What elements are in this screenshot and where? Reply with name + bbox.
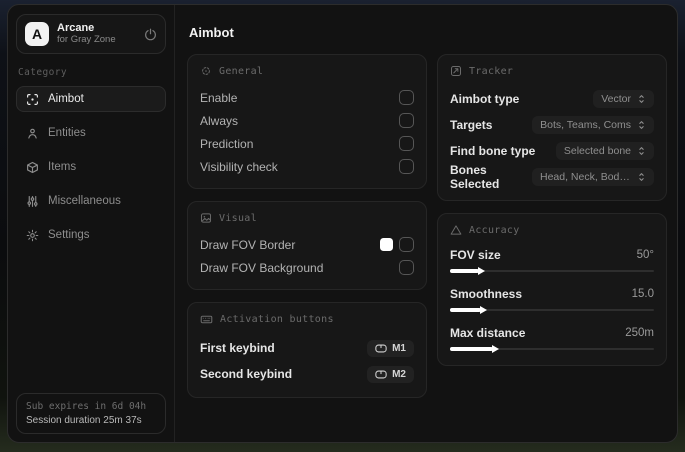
mouse-icon: [375, 344, 387, 353]
crosshair-icon: [200, 65, 212, 77]
keybind-value: M1: [392, 342, 406, 354]
crosshair-icon: [25, 93, 39, 106]
updown-arrows-icon: [637, 172, 646, 182]
sidebar-item-items[interactable]: Items: [16, 154, 166, 180]
sidebar-item-label: Miscellaneous: [48, 195, 121, 207]
find-bone-type-select[interactable]: Selected bone: [555, 142, 654, 160]
section-title: General: [219, 65, 264, 77]
keyboard-icon: [200, 313, 213, 326]
select-row: Aimbot type Vector: [450, 86, 654, 112]
app-logo: A: [25, 22, 49, 46]
smoothness-slider[interactable]: [450, 304, 654, 316]
mouse-icon: [375, 370, 387, 379]
sidebar-item-label: Entities: [48, 127, 86, 139]
main-content: Aimbot General Enable Always Prediction …: [175, 5, 677, 442]
section-title: Accuracy: [469, 224, 520, 236]
items-icon: [25, 161, 39, 174]
sidebar-item-aimbot[interactable]: Aimbot: [16, 86, 166, 112]
fov-size-slider-group: FOV size 50°: [450, 245, 654, 277]
slider-thumb[interactable]: [491, 344, 499, 353]
app-window: A Arcane for Gray Zone Category Aimbot E…: [7, 4, 678, 443]
brand-card: A Arcane for Gray Zone: [16, 14, 166, 54]
sliders-icon: [25, 195, 39, 208]
aimbot-type-select[interactable]: Vector: [593, 90, 654, 108]
setting-row: Draw FOV Background: [200, 256, 414, 279]
tracker-section: Tracker Aimbot type Vector Targets Bots,…: [437, 54, 667, 201]
app-subtitle: for Gray Zone: [57, 33, 116, 45]
section-title: Tracker: [469, 65, 514, 77]
setting-row: Enable: [200, 86, 414, 109]
keybind-row: Second keybind M2: [200, 361, 414, 387]
app-name: Arcane: [57, 22, 95, 35]
setting-row: Always: [200, 109, 414, 132]
session-duration-text: Session duration 25m 37s: [26, 415, 142, 426]
gear-icon: [25, 229, 39, 242]
subscription-card: Sub expires in 6d 04h Session duration 2…: [16, 393, 166, 434]
max-distance-slider[interactable]: [450, 343, 654, 355]
prediction-checkbox[interactable]: [399, 136, 414, 151]
visual-section: Visual Draw FOV Border Draw FOV Backgrou…: [187, 201, 427, 290]
fov-size-slider[interactable]: [450, 265, 654, 277]
select-row: Bones Selected Head, Neck, Body, Pe..: [450, 163, 654, 191]
select-row: Find bone type Selected bone: [450, 138, 654, 164]
enable-checkbox[interactable]: [399, 90, 414, 105]
updown-arrows-icon: [637, 146, 646, 156]
triangle-icon: [450, 224, 462, 236]
slider-thumb[interactable]: [479, 305, 487, 314]
sub-expires-text: Sub expires in 6d 04h: [26, 401, 147, 412]
first-keybind-button[interactable]: M1: [367, 339, 414, 357]
sidebar-item-entities[interactable]: Entities: [16, 120, 166, 146]
second-keybind-button[interactable]: M2: [367, 365, 414, 383]
always-checkbox[interactable]: [399, 113, 414, 128]
activation-buttons-section: Activation buttons First keybind M1 Seco…: [187, 302, 427, 398]
keybind-row: First keybind M1: [200, 335, 414, 361]
section-title: Visual: [219, 212, 257, 224]
setting-row: Visibility check: [200, 155, 414, 178]
sidebar-item-settings[interactable]: Settings: [16, 222, 166, 248]
bones-selected-select[interactable]: Head, Neck, Body, Pe..: [532, 168, 654, 186]
max-distance-slider-group: Max distance 250m: [450, 323, 654, 355]
draw-fov-background-checkbox[interactable]: [399, 260, 414, 275]
page-title: Aimbot: [189, 25, 234, 40]
accuracy-section: Accuracy FOV size 50° Smoothness 15.0 Ma…: [437, 213, 667, 366]
select-row: Targets Bots, Teams, Coms: [450, 112, 654, 138]
fov-border-color-swatch[interactable]: [380, 238, 393, 251]
fov-size-value: 50°: [636, 249, 654, 261]
general-section: General Enable Always Prediction Visibil…: [187, 54, 427, 189]
sidebar-item-label: Settings: [48, 229, 90, 241]
visibility-check-checkbox[interactable]: [399, 159, 414, 174]
updown-arrows-icon: [637, 94, 646, 104]
image-icon: [200, 212, 212, 224]
entities-icon: [25, 127, 39, 140]
setting-row: Draw FOV Border: [200, 233, 414, 256]
max-distance-value: 250m: [625, 327, 654, 339]
updown-arrows-icon: [637, 120, 646, 130]
sidebar-item-miscellaneous[interactable]: Miscellaneous: [16, 188, 166, 214]
smoothness-slider-group: Smoothness 15.0: [450, 284, 654, 316]
draw-fov-border-checkbox[interactable]: [399, 237, 414, 252]
slider-thumb[interactable]: [477, 266, 485, 275]
activity-icon: [450, 65, 462, 77]
sidebar-nav: Aimbot Entities Items Miscellaneous Sett…: [16, 86, 166, 248]
category-label: Category: [18, 67, 67, 78]
setting-row: Prediction: [200, 132, 414, 155]
targets-select[interactable]: Bots, Teams, Coms: [532, 116, 654, 134]
sidebar-item-label: Items: [48, 161, 77, 173]
sidebar-item-label: Aimbot: [48, 93, 84, 105]
section-title: Activation buttons: [220, 314, 334, 325]
keybind-value: M2: [392, 368, 406, 380]
power-icon[interactable]: [144, 28, 157, 41]
smoothness-value: 15.0: [631, 288, 654, 300]
sidebar: A Arcane for Gray Zone Category Aimbot E…: [8, 5, 175, 442]
